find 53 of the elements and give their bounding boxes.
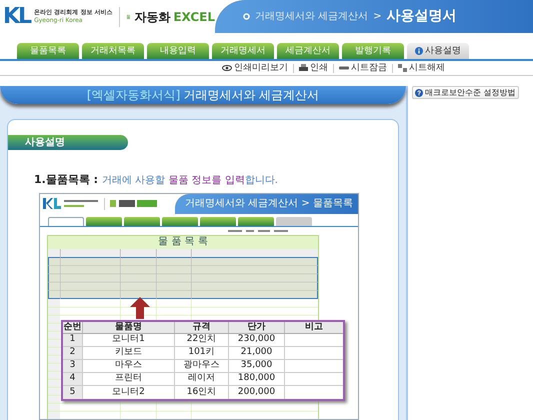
table-cell: 200,000 — [229, 386, 285, 398]
table-cell: 모니터1 — [83, 334, 175, 346]
eye-icon — [222, 65, 232, 71]
breadcrumb-separator: > — [373, 10, 382, 24]
bar-icon — [339, 66, 349, 70]
product-name: EXCEL — [173, 10, 215, 22]
page-title: 사용설명서 — [386, 7, 457, 26]
help-button[interactable]: 매크로보안수준 설정방법 — [412, 86, 519, 99]
table-cell: 2 — [63, 346, 83, 358]
table-cell: 4 — [63, 372, 83, 384]
table-cell: 레이저 — [175, 372, 229, 384]
banner-title: 거래명세서와 세금계산서 — [183, 87, 320, 104]
toolbar-button[interactable]: 시트해제 — [398, 64, 445, 72]
table-cell: 35,000 — [229, 360, 285, 372]
section-heading: 사용설명 — [8, 135, 128, 150]
breadcrumb: 거래명세서와 세금계산서 > 물품목록 — [185, 197, 353, 211]
table-cell: 230,000 — [229, 334, 285, 346]
toolbar-button[interactable]: 인쇄 — [299, 64, 328, 72]
column-header: 규격 — [175, 322, 229, 332]
column-header: 순번 — [63, 322, 83, 332]
tab[interactable]: 사용설명 — [407, 43, 469, 59]
sheet-title: 물 품 목 록 — [48, 234, 318, 248]
logo: KL — [3, 6, 30, 28]
breadcrumb-section: 거래명세서와 세금계산서 — [255, 9, 368, 24]
toolbar-drawing — [228, 228, 288, 232]
step-description: 거래에 사용할 물품 정보를 입력합니다. — [102, 174, 278, 188]
toolbar-button[interactable]: 시트잠금 — [339, 64, 387, 72]
table-cell: 5 — [63, 386, 83, 398]
info-icon — [415, 47, 423, 55]
product-name: 자동화 — [134, 10, 170, 22]
squares-icon — [398, 64, 407, 72]
column-header: 비고 — [304, 322, 324, 332]
table-cell: 101키 — [175, 346, 229, 358]
toolbar-button[interactable]: 인쇄미리보기 — [222, 64, 288, 72]
column-header: 물품명 — [83, 322, 175, 332]
table-cell: 광마우스 — [175, 360, 229, 372]
table-cell: 16인치 — [175, 386, 229, 398]
table-cell: 1 — [63, 334, 83, 346]
banner-prefix: [엑셀자동화서식] — [86, 87, 180, 104]
help-icon — [415, 88, 423, 96]
printer-icon — [299, 64, 308, 72]
table-cell: 22인치 — [175, 334, 229, 346]
table-cell: 모니터2 — [83, 386, 175, 398]
table-cell: 키보드 — [83, 346, 175, 358]
table-cell: 21,000 — [229, 346, 285, 358]
up-arrow-icon — [130, 296, 150, 318]
column-header: 단가 — [229, 322, 285, 332]
table-cell: 3 — [63, 360, 83, 372]
step-label: 1.물품목록 : — [34, 172, 98, 188]
table-cell: 180,000 — [229, 372, 285, 384]
bullet-icon — [243, 13, 250, 20]
table-cell: 프린터 — [83, 372, 175, 384]
table-cell: 마우스 — [83, 360, 175, 372]
